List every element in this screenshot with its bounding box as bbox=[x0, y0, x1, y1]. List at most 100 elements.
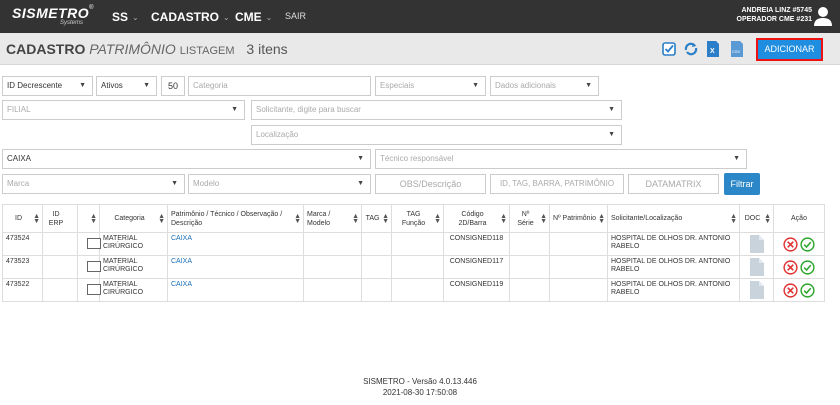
nav-menu-cme[interactable]: CME ⌄ bbox=[235, 10, 272, 24]
table-row[interactable]: 473524 MATERIAL CIRÚRGICO CAIXA CONSIGNE… bbox=[2, 232, 825, 256]
document-icon[interactable] bbox=[749, 235, 764, 253]
chevron-down-icon: ⌄ bbox=[132, 12, 139, 22]
cell-tag bbox=[361, 232, 392, 256]
document-icon[interactable] bbox=[749, 281, 764, 299]
col-header-asset[interactable]: Patrimônio / Técnico / Observação / Desc… bbox=[167, 204, 304, 233]
page-size-input[interactable]: 50 bbox=[161, 76, 185, 96]
caret-down-icon: ▼ bbox=[733, 155, 740, 162]
user-role: OPERADOR CME #231 bbox=[736, 16, 812, 23]
user-name: ANDREIA LINZ #5745 bbox=[741, 7, 812, 14]
col-header-asset-number[interactable]: Nº Patrimônio ▲ ▼ bbox=[549, 204, 608, 233]
deactivate-icon[interactable] bbox=[783, 283, 798, 298]
refresh-icon[interactable] bbox=[684, 41, 698, 57]
cell-category: MATERIAL CIRÚRGICO bbox=[99, 255, 168, 279]
filter-button[interactable]: Filtrar bbox=[724, 173, 760, 195]
logout-link[interactable]: SAIR bbox=[285, 11, 306, 21]
confirm-icon[interactable] bbox=[800, 260, 815, 275]
branch-select[interactable]: FILIAL ▼ bbox=[2, 100, 245, 120]
col-header-inventory[interactable]: ▲ ▼ bbox=[77, 204, 100, 233]
cell-requester: HOSPITAL DE OLHOS DR. ANTONIO RABELO bbox=[607, 278, 740, 302]
cell-asset-number bbox=[549, 278, 608, 302]
special-select-placeholder: Especiais bbox=[380, 81, 415, 90]
col-header-action: Ação bbox=[773, 204, 825, 233]
add-button[interactable]: ADICIONAR bbox=[756, 38, 823, 61]
cell-action bbox=[773, 232, 825, 256]
location-select[interactable]: Localização ▼ bbox=[251, 125, 622, 145]
user-icon[interactable] bbox=[814, 6, 832, 26]
excel-export-icon[interactable]: X bbox=[706, 41, 720, 57]
svg-text:X: X bbox=[710, 48, 715, 55]
page-title-entity: PATRIMÔNIO bbox=[89, 41, 176, 57]
col-header-requester[interactable]: Solicitante/Localização ▲ ▼ bbox=[607, 204, 740, 233]
deactivate-icon[interactable] bbox=[783, 237, 798, 252]
col-header-label: Marca / Modelo bbox=[307, 210, 331, 227]
table-row[interactable]: 473523 MATERIAL CIRÚRGICO CAIXA CONSIGNE… bbox=[2, 255, 825, 279]
sismetro-logo[interactable]: SISMETRO® Systems bbox=[12, 5, 94, 27]
sort-icon: ▲ ▼ bbox=[500, 213, 507, 225]
nav-menu-cadastro[interactable]: CADASTRO ⌄ bbox=[151, 10, 230, 24]
id-tag-input[interactable]: ID, TAG, BARRA, PATRIMÔNIO bbox=[490, 174, 624, 194]
cell-asset-link[interactable]: CAIXA bbox=[167, 232, 304, 256]
sort-icon: ▲ ▼ bbox=[764, 213, 771, 225]
sort-icon: ▲ ▼ bbox=[540, 213, 547, 225]
caret-down-icon: ▼ bbox=[472, 82, 479, 89]
nav-menu-ss-label: SS bbox=[112, 10, 129, 24]
col-header-brand-model[interactable]: Marca / Modelo ▲ ▼ bbox=[303, 204, 362, 233]
order-select[interactable]: ID Decrescente ▼ bbox=[2, 76, 93, 96]
additional-data-select[interactable]: Dados adicionais ▼ bbox=[490, 76, 599, 96]
cell-tag-function bbox=[391, 278, 444, 302]
requester-select[interactable]: Solicitante, digite para buscar ▼ bbox=[251, 100, 622, 120]
col-header-tag-function[interactable]: TAG Função ▲ ▼ bbox=[391, 204, 444, 233]
cell-doc bbox=[739, 278, 774, 302]
description-input[interactable]: OBS/Descrição bbox=[375, 174, 486, 194]
page-title: CADASTRO PATRIMÔNIO LISTAGEM 3 itens bbox=[6, 41, 288, 57]
checklist-icon[interactable] bbox=[662, 41, 676, 57]
cell-asset-link[interactable]: CAIXA bbox=[167, 278, 304, 302]
col-header-label: Ação bbox=[791, 215, 807, 222]
col-header-doc[interactable]: DOC ▲ ▼ bbox=[739, 204, 774, 233]
caret-down-icon: ▼ bbox=[231, 106, 238, 113]
model-select[interactable]: Modelo ▼ bbox=[188, 174, 371, 194]
brand-select[interactable]: Marca ▼ bbox=[2, 174, 185, 194]
confirm-icon[interactable] bbox=[800, 283, 815, 298]
asset-type-select[interactable]: CAIXA ▼ bbox=[2, 149, 371, 169]
requester-select-placeholder: Solicitante, digite para buscar bbox=[256, 105, 361, 114]
cell-doc bbox=[739, 232, 774, 256]
sort-icon: ▲ ▼ bbox=[90, 213, 97, 225]
sort-icon: ▲ ▼ bbox=[158, 213, 165, 225]
col-header-id[interactable]: ID ▲ ▼ bbox=[2, 204, 43, 233]
special-select[interactable]: Especiais ▼ bbox=[375, 76, 486, 96]
title-bar: CADASTRO PATRIMÔNIO LISTAGEM 3 itens X C… bbox=[0, 33, 840, 65]
table-row[interactable]: 473522 MATERIAL CIRÚRGICO CAIXA CONSIGNE… bbox=[2, 278, 825, 302]
branch-select-placeholder: FILIAL bbox=[7, 105, 31, 114]
csv-export-icon[interactable]: CSV bbox=[730, 41, 744, 57]
confirm-icon[interactable] bbox=[800, 237, 815, 252]
col-header-id-erp[interactable]: ID ERP bbox=[42, 204, 78, 233]
col-header-serial[interactable]: Nº Série ▲ ▼ bbox=[509, 204, 550, 233]
document-icon[interactable] bbox=[749, 258, 764, 276]
cell-brand-model bbox=[303, 255, 362, 279]
inventory-tag-icon[interactable] bbox=[87, 284, 101, 295]
status-select[interactable]: Ativos ▼ bbox=[96, 76, 157, 96]
cell-asset-link[interactable]: CAIXA bbox=[167, 255, 304, 279]
location-select-placeholder: Localização bbox=[256, 130, 299, 139]
inventory-tag-icon[interactable] bbox=[87, 238, 101, 249]
inventory-tag-icon[interactable] bbox=[87, 261, 101, 272]
nav-menu-ss[interactable]: SS ⌄ bbox=[112, 10, 139, 24]
caret-down-icon: ▼ bbox=[585, 82, 592, 89]
deactivate-icon[interactable] bbox=[783, 260, 798, 275]
col-header-barcode[interactable]: Código 2D/Barra ▲ ▼ bbox=[443, 204, 510, 233]
technician-select[interactable]: Técnico responsável ▼ bbox=[375, 149, 747, 169]
cell-brand-model bbox=[303, 278, 362, 302]
col-header-tag[interactable]: TAG ▲ ▼ bbox=[361, 204, 392, 233]
cell-id: 473523 bbox=[2, 255, 43, 279]
category-select[interactable]: Categoria bbox=[188, 76, 371, 96]
datamatrix-input[interactable]: DATAMATRIX bbox=[628, 174, 719, 194]
cell-serial bbox=[509, 232, 550, 256]
user-info[interactable]: ANDREIA LINZ #5745 OPERADOR CME #231 bbox=[737, 6, 812, 24]
col-header-category[interactable]: Categoria ▲ ▼ bbox=[99, 204, 168, 233]
asset-type-select-value: CAIXA bbox=[7, 154, 32, 163]
page-title-view: LISTAGEM bbox=[179, 45, 235, 57]
order-select-value: ID Decrescente bbox=[7, 81, 63, 90]
top-navbar: SISMETRO® Systems SS ⌄ CADASTRO ⌄ CME ⌄ SAI… bbox=[0, 0, 840, 33]
